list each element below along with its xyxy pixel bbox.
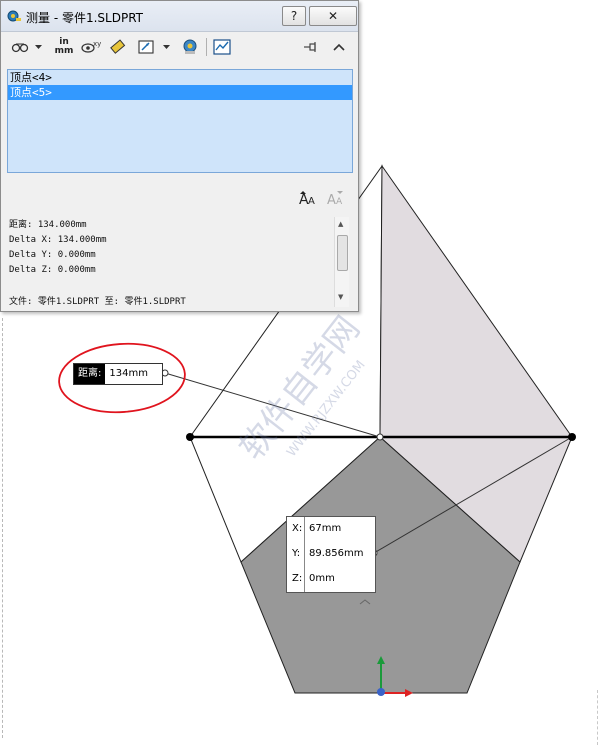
coord-y-label: Y: [292, 548, 301, 559]
vertex-5-point[interactable] [568, 433, 576, 441]
results-scrollbar[interactable]: ▲ ▼ [334, 217, 349, 307]
measure-dialog[interactable]: 测量 - 零件1.SLDPRT ? ✕ in mm xyz [0, 0, 359, 312]
file-info: 文件: 零件1.SLDPRT 至: 零件1.SLDPRT [9, 297, 186, 307]
svg-text:A: A [308, 196, 315, 207]
callout-key: 距离: [74, 364, 106, 384]
coord-y-value: 89.856mm [309, 548, 364, 559]
toolbar-separator [206, 38, 207, 56]
selection-item[interactable]: 顶点<4> [8, 70, 352, 85]
scroll-up-icon[interactable]: ▲ [338, 220, 343, 228]
scroll-down-icon[interactable]: ▼ [338, 293, 343, 301]
result-distance: 距离: 134.000mm [9, 220, 87, 230]
measure-tape-icon [7, 10, 21, 22]
units-mm-label: mm [54, 46, 74, 56]
vertex-4-point[interactable] [186, 433, 194, 441]
coord-x-value: 67mm [309, 523, 342, 534]
callout-value: 134mm [109, 368, 148, 379]
svg-text:A: A [336, 197, 343, 207]
svg-text:xyz: xyz [93, 40, 101, 48]
units-button[interactable]: in mm [53, 36, 75, 58]
point-to-point-icon[interactable] [107, 36, 129, 58]
close-button[interactable]: ✕ [309, 6, 357, 26]
coord-z-label: Z: [292, 573, 303, 584]
scroll-thumb[interactable] [337, 235, 348, 271]
result-delta-x: Delta X: 134.000mm [9, 235, 107, 245]
measure-history-icon[interactable] [179, 36, 201, 58]
pin-icon[interactable] [301, 36, 321, 58]
help-button[interactable]: ? [282, 6, 306, 26]
font-size-buttons: A A A A [297, 189, 349, 211]
sensor-icon[interactable] [211, 36, 233, 58]
coordinate-callout[interactable]: X: 67mm Y: 89.856mm Z: 0mm [286, 516, 376, 593]
face-right-upper[interactable] [379, 164, 573, 438]
show-xyz-icon[interactable]: xyz [80, 36, 102, 58]
collapse-up-icon[interactable] [329, 36, 349, 58]
svg-text:A: A [327, 193, 336, 207]
decrease-font-icon[interactable]: A A [327, 191, 343, 208]
dialog-title: 测量 - 零件1.SLDPRT [26, 11, 143, 25]
coord-x-label: X: [292, 523, 303, 534]
dialog-titlebar[interactable]: 测量 - 零件1.SLDPRT ? ✕ [1, 1, 358, 32]
arc-options-dropdown-icon[interactable] [33, 36, 43, 58]
result-delta-z: Delta Z: 0.000mm [9, 265, 96, 275]
coord-z-value: 0mm [309, 573, 335, 584]
midpoint-marker [376, 433, 384, 441]
distance-callout[interactable]: 距离: 134mm [73, 363, 163, 385]
result-delta-y: Delta Y: 0.000mm [9, 250, 96, 260]
increase-font-icon[interactable]: A A [299, 191, 315, 208]
projection-icon[interactable] [135, 36, 157, 58]
measure-toolbar: in mm xyz [3, 33, 355, 61]
projection-dropdown-icon[interactable] [161, 36, 171, 58]
measure-results: 距离: 134.000mm Delta X: 134.000mm Delta Y… [9, 218, 107, 278]
selection-item-selected[interactable]: 顶点<5> [8, 85, 352, 100]
selection-list[interactable]: 顶点<4> 顶点<5> [7, 69, 353, 173]
arc-options-icon[interactable] [9, 36, 31, 58]
